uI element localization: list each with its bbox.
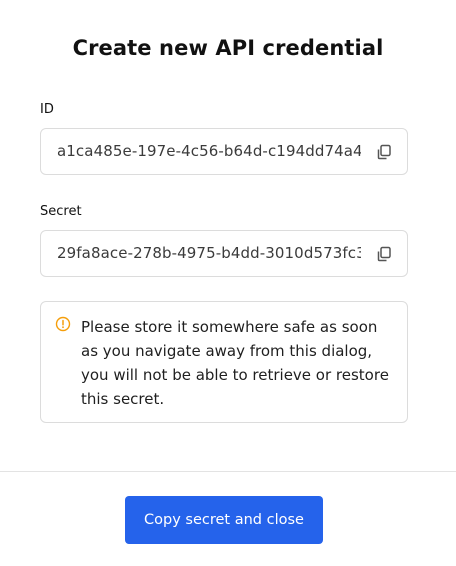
id-label: ID <box>40 102 54 117</box>
warning-text: Please store it somewhere safe as soon a… <box>81 318 389 408</box>
id-value[interactable]: a1ca485e-197e-4c56-b64d-c194dd74a43 <box>57 129 361 174</box>
id-field[interactable]: a1ca485e-197e-4c56-b64d-c194dd74a43 <box>40 128 408 175</box>
copy-icon[interactable] <box>375 143 393 161</box>
warning-notice: Please store it somewhere safe as soon a… <box>40 301 408 423</box>
secret-value[interactable]: 29fa8ace-278b-4975-b4dd-3010d573fc3 <box>57 231 361 276</box>
copy-icon[interactable] <box>375 245 393 263</box>
footer-divider <box>0 471 456 472</box>
dialog-title: Create new API credential <box>72 36 384 60</box>
api-credential-dialog: Create new API credential ID a1ca485e-19… <box>0 0 456 566</box>
secret-label: Secret <box>40 204 82 219</box>
warning-circle-icon <box>55 316 71 332</box>
secret-field[interactable]: 29fa8ace-278b-4975-b4dd-3010d573fc3 <box>40 230 408 277</box>
copy-secret-and-close-button[interactable]: Copy secret and close <box>125 496 323 544</box>
